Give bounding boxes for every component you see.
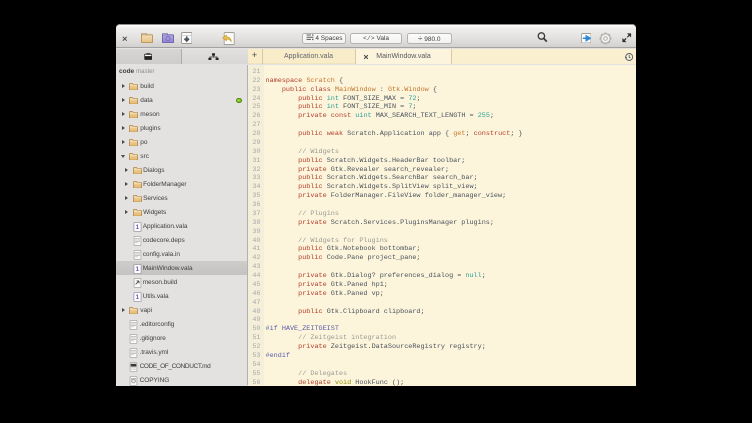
- svg-text:1: 1: [135, 223, 139, 230]
- svg-text:1: 1: [135, 265, 139, 272]
- svg-text:1: 1: [135, 293, 139, 300]
